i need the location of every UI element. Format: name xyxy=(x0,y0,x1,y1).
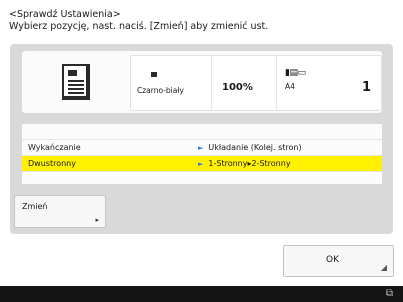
header-title: <Sprawdź Ustawienia> xyxy=(9,9,121,20)
setting-row-finishing[interactable]: Wykańczanie ► Układanie (Kolej. stron) xyxy=(22,140,382,156)
setting-label: Wykańczanie xyxy=(28,143,81,152)
settings-list-header xyxy=(22,124,382,140)
setting-row-empty xyxy=(22,172,382,184)
color-mode-segment: Czarno-biały xyxy=(131,56,212,110)
submenu-corner-icon: ▸ xyxy=(95,216,99,224)
header: <Sprawdź Ustawienia> Wybierz pozycję, na… xyxy=(9,9,268,33)
paper-segment: ▮▤▭ A4 1 xyxy=(277,56,381,110)
summary-values: Czarno-biały 100% ▮▤▭ A4 1 xyxy=(130,55,382,111)
paper-size-icon: ▮▤▭ xyxy=(285,68,306,78)
setting-value-text: Układanie (Kolej. stron) xyxy=(208,143,302,152)
header-instruction: Wybierz pozycję, nast. naciś. [Zmień] ab… xyxy=(9,21,269,32)
setting-label: Dwustronny xyxy=(28,159,76,168)
ok-button-label: OK xyxy=(326,255,339,265)
change-button[interactable]: Zmień ▸ xyxy=(14,195,106,228)
setting-value: ► 1-Stronny▸2-Stronny xyxy=(198,156,291,172)
zoom-segment: 100% xyxy=(212,56,277,110)
value-arrow-icon: ► xyxy=(198,160,204,168)
zoom-label: 100% xyxy=(222,82,253,93)
paper-size-label: A4 xyxy=(285,82,295,91)
ok-button[interactable]: OK ◢ xyxy=(283,245,394,277)
settings-panel: Czarno-biały 100% ▮▤▭ A4 1 Wykańczanie ►… xyxy=(10,44,393,234)
setting-value: ► Układanie (Kolej. stron) xyxy=(198,140,302,156)
change-button-label: Zmień xyxy=(22,202,48,211)
color-mode-label: Czarno-biały xyxy=(137,86,184,95)
status-bar: ⧉ xyxy=(0,286,403,302)
status-monitor-icon[interactable]: ⧉ xyxy=(386,288,393,299)
value-arrow-icon: ► xyxy=(198,144,204,152)
color-mode-icon xyxy=(151,72,157,77)
settings-summary: Czarno-biały 100% ▮▤▭ A4 1 xyxy=(22,51,382,113)
copies-count: 1 xyxy=(361,80,371,95)
corner-arrow-icon: ◢ xyxy=(380,263,387,272)
document-icon xyxy=(62,64,90,100)
settings-list: Wykańczanie ► Układanie (Kolej. stron) Dw… xyxy=(22,124,382,184)
setting-value-text: 1-Stronny▸2-Stronny xyxy=(208,159,291,168)
document-thumbnail xyxy=(22,51,130,113)
setting-row-duplex[interactable]: Dwustronny ► 1-Stronny▸2-Stronny xyxy=(22,156,382,172)
